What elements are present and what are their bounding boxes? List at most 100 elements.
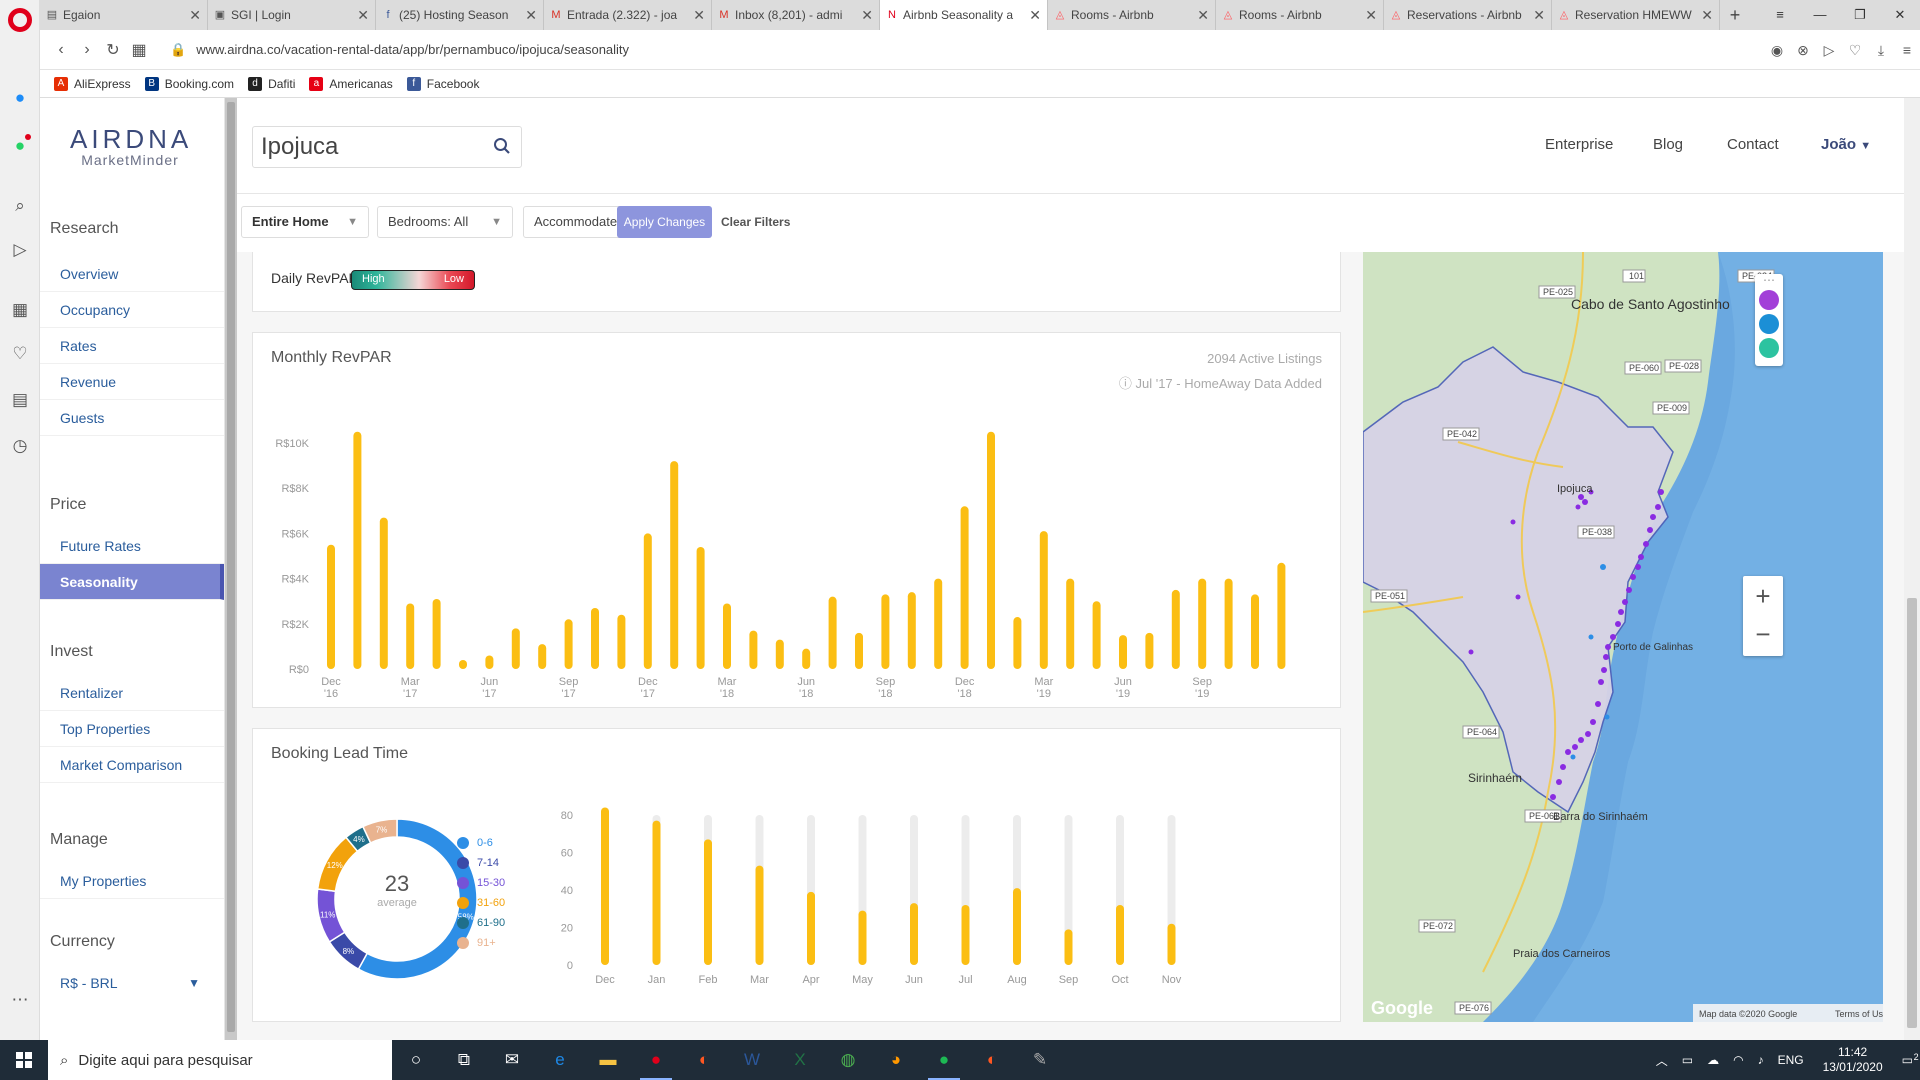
property-type-select[interactable]: Entire Home ▼ <box>241 206 369 238</box>
opera-logo-icon[interactable] <box>8 8 32 32</box>
lead-time-bar[interactable] <box>652 820 661 965</box>
volume-icon[interactable]: ♪ <box>1758 1053 1764 1067</box>
onedrive-icon[interactable]: ☁ <box>1707 1053 1719 1067</box>
search-icon[interactable] <box>493 137 511 155</box>
adblock-icon[interactable]: ⊗ <box>1790 42 1816 59</box>
bookmark-item[interactable]: d Dafiti <box>248 76 295 91</box>
legend-item[interactable]: 61-90 <box>457 913 505 933</box>
taskbar-search[interactable]: ⌕ Digite aqui para pesquisar <box>48 1040 392 1080</box>
bookmark-heart-icon[interactable]: ♡ <box>1842 42 1868 59</box>
listings-map[interactable]: PE-025 101 PE-024 PE-060 PE-028 PE-009 P… <box>1363 252 1883 1022</box>
lead-time-bar[interactable] <box>961 905 970 965</box>
bookmark-item[interactable]: B Booking.com <box>144 76 234 91</box>
revpar-bar[interactable] <box>960 506 969 669</box>
revpar-bar[interactable] <box>1251 594 1259 669</box>
page-scrollbar[interactable] <box>1904 98 1920 1040</box>
user-menu[interactable]: João ▼ <box>1821 136 1871 153</box>
market-search[interactable]: Ipojuca <box>252 126 522 168</box>
browser-tab[interactable]: ◬ Rooms - Airbnb ✕ <box>1048 0 1216 30</box>
anydesk-2-icon[interactable]: ◐ <box>968 1040 1016 1080</box>
revpar-bar[interactable] <box>670 461 679 669</box>
revpar-bar[interactable] <box>881 594 890 669</box>
sidebar-item-future-rates[interactable]: Future Rates <box>40 528 224 564</box>
enterprise-link[interactable]: Enterprise <box>1545 136 1613 153</box>
back-icon[interactable]: ‹ <box>48 41 74 59</box>
bookmark-item[interactable]: f Facebook <box>406 76 479 91</box>
revpar-bar[interactable] <box>591 607 599 669</box>
revpar-bar[interactable] <box>855 632 863 669</box>
revpar-bar[interactable] <box>1119 635 1127 669</box>
lead-time-bar[interactable] <box>601 807 609 966</box>
revpar-bar[interactable] <box>1013 617 1022 669</box>
wifi-icon[interactable]: ◠ <box>1733 1053 1743 1067</box>
revpar-bar[interactable] <box>749 630 758 669</box>
browser-tab[interactable]: ◬ Reservations - Airbnb ✕ <box>1384 0 1552 30</box>
language-indicator[interactable]: ENG <box>1778 1053 1804 1067</box>
browser-tab[interactable]: N Airbnb Seasonality a ✕ <box>880 0 1048 30</box>
zoom-out-button[interactable]: − <box>1743 616 1783 656</box>
flow-icon[interactable]: ▷ <box>1816 42 1842 59</box>
speed-dial-icon[interactable]: ▦ <box>10 300 30 320</box>
chevron-up-icon[interactable]: ︿ <box>1656 1052 1668 1069</box>
lead-time-bar[interactable] <box>1064 929 1073 965</box>
task-view-icon[interactable]: ⧉ <box>440 1040 488 1080</box>
new-tab-button[interactable]: + <box>1720 0 1750 30</box>
lead-time-bar[interactable] <box>1116 905 1124 965</box>
airbnb-layer-icon[interactable] <box>1759 290 1779 310</box>
revpar-bar[interactable] <box>564 619 573 669</box>
more-icon[interactable]: ⋯ <box>10 990 30 1010</box>
revpar-bar[interactable] <box>987 431 995 669</box>
sidebar-item-seasonality[interactable]: Seasonality <box>40 564 224 600</box>
close-tab-icon[interactable]: ✕ <box>1197 7 1209 24</box>
browser-tab[interactable]: ◬ Rooms - Airbnb ✕ <box>1216 0 1384 30</box>
send-icon[interactable]: ▷ <box>10 240 30 260</box>
close-tab-icon[interactable]: ✕ <box>861 7 873 24</box>
word-icon[interactable]: W <box>728 1040 776 1080</box>
lead-time-bar[interactable] <box>1167 923 1176 965</box>
search-icon[interactable]: ⌕ <box>10 196 30 216</box>
revpar-bar[interactable] <box>723 603 731 669</box>
firefox-icon[interactable]: ◕ <box>872 1040 920 1080</box>
lead-time-bar[interactable] <box>858 910 867 965</box>
revpar-bar[interactable] <box>1277 562 1286 669</box>
revpar-bar[interactable] <box>511 628 520 669</box>
excel-icon[interactable]: X <box>776 1040 824 1080</box>
battery-icon[interactable]: ▭ <box>1682 1053 1693 1067</box>
camera-icon[interactable]: ◉ <box>1764 42 1790 59</box>
chrome-icon[interactable]: ◍ <box>824 1040 872 1080</box>
sidebar-item-my-properties[interactable]: My Properties <box>40 863 224 899</box>
notifications-icon[interactable]: ▭ 2 <box>1902 1052 1919 1067</box>
revpar-bar[interactable] <box>907 592 916 669</box>
revpar-bar[interactable] <box>459 659 467 669</box>
both-layer-icon[interactable] <box>1759 338 1779 358</box>
opera-icon[interactable]: ● <box>632 1040 680 1080</box>
sidebar-item-guests[interactable]: Guests <box>40 400 224 436</box>
lead-time-bar[interactable] <box>755 865 764 965</box>
legend-item[interactable]: 31-60 <box>457 893 505 913</box>
forward-icon[interactable]: › <box>74 41 100 59</box>
close-tab-icon[interactable]: ✕ <box>525 7 537 24</box>
history-icon[interactable]: ◷ <box>10 436 30 456</box>
file-explorer-icon[interactable]: ▬ <box>584 1040 632 1080</box>
close-tab-icon[interactable]: ✕ <box>1029 7 1041 24</box>
browser-tab[interactable]: ◬ Reservation HMEWW ✕ <box>1552 0 1720 30</box>
sidebar-item-revenue[interactable]: Revenue <box>40 364 224 400</box>
edge-icon[interactable]: e <box>536 1040 584 1080</box>
revpar-bar[interactable] <box>327 544 335 669</box>
bookmark-item[interactable]: A AliExpress <box>54 76 131 91</box>
news-icon[interactable]: ▤ <box>10 390 30 410</box>
easy-setup-icon[interactable]: ≡ <box>1894 42 1920 58</box>
spotify-icon[interactable]: ● <box>920 1040 968 1080</box>
airdna-logo[interactable]: AIRDNA MarketMinder <box>70 126 190 168</box>
revpar-bar[interactable] <box>802 648 811 669</box>
browser-tab[interactable]: f (25) Hosting Season ✕ <box>376 0 544 30</box>
download-icon[interactable]: ⤓ <box>1868 42 1894 59</box>
revpar-bar[interactable] <box>1198 578 1207 669</box>
clock[interactable]: 11:42 13/01/2020 <box>1823 1045 1883 1075</box>
tabs-grid-icon[interactable]: ▦ <box>126 40 152 60</box>
revpar-bar[interactable] <box>828 596 837 669</box>
terms-of-use-link[interactable]: Terms of Use <box>1835 1009 1883 1019</box>
lead-time-bar[interactable] <box>704 839 712 965</box>
anydesk-icon[interactable]: ◐ <box>680 1040 728 1080</box>
legend-item[interactable]: 15-30 <box>457 873 505 893</box>
